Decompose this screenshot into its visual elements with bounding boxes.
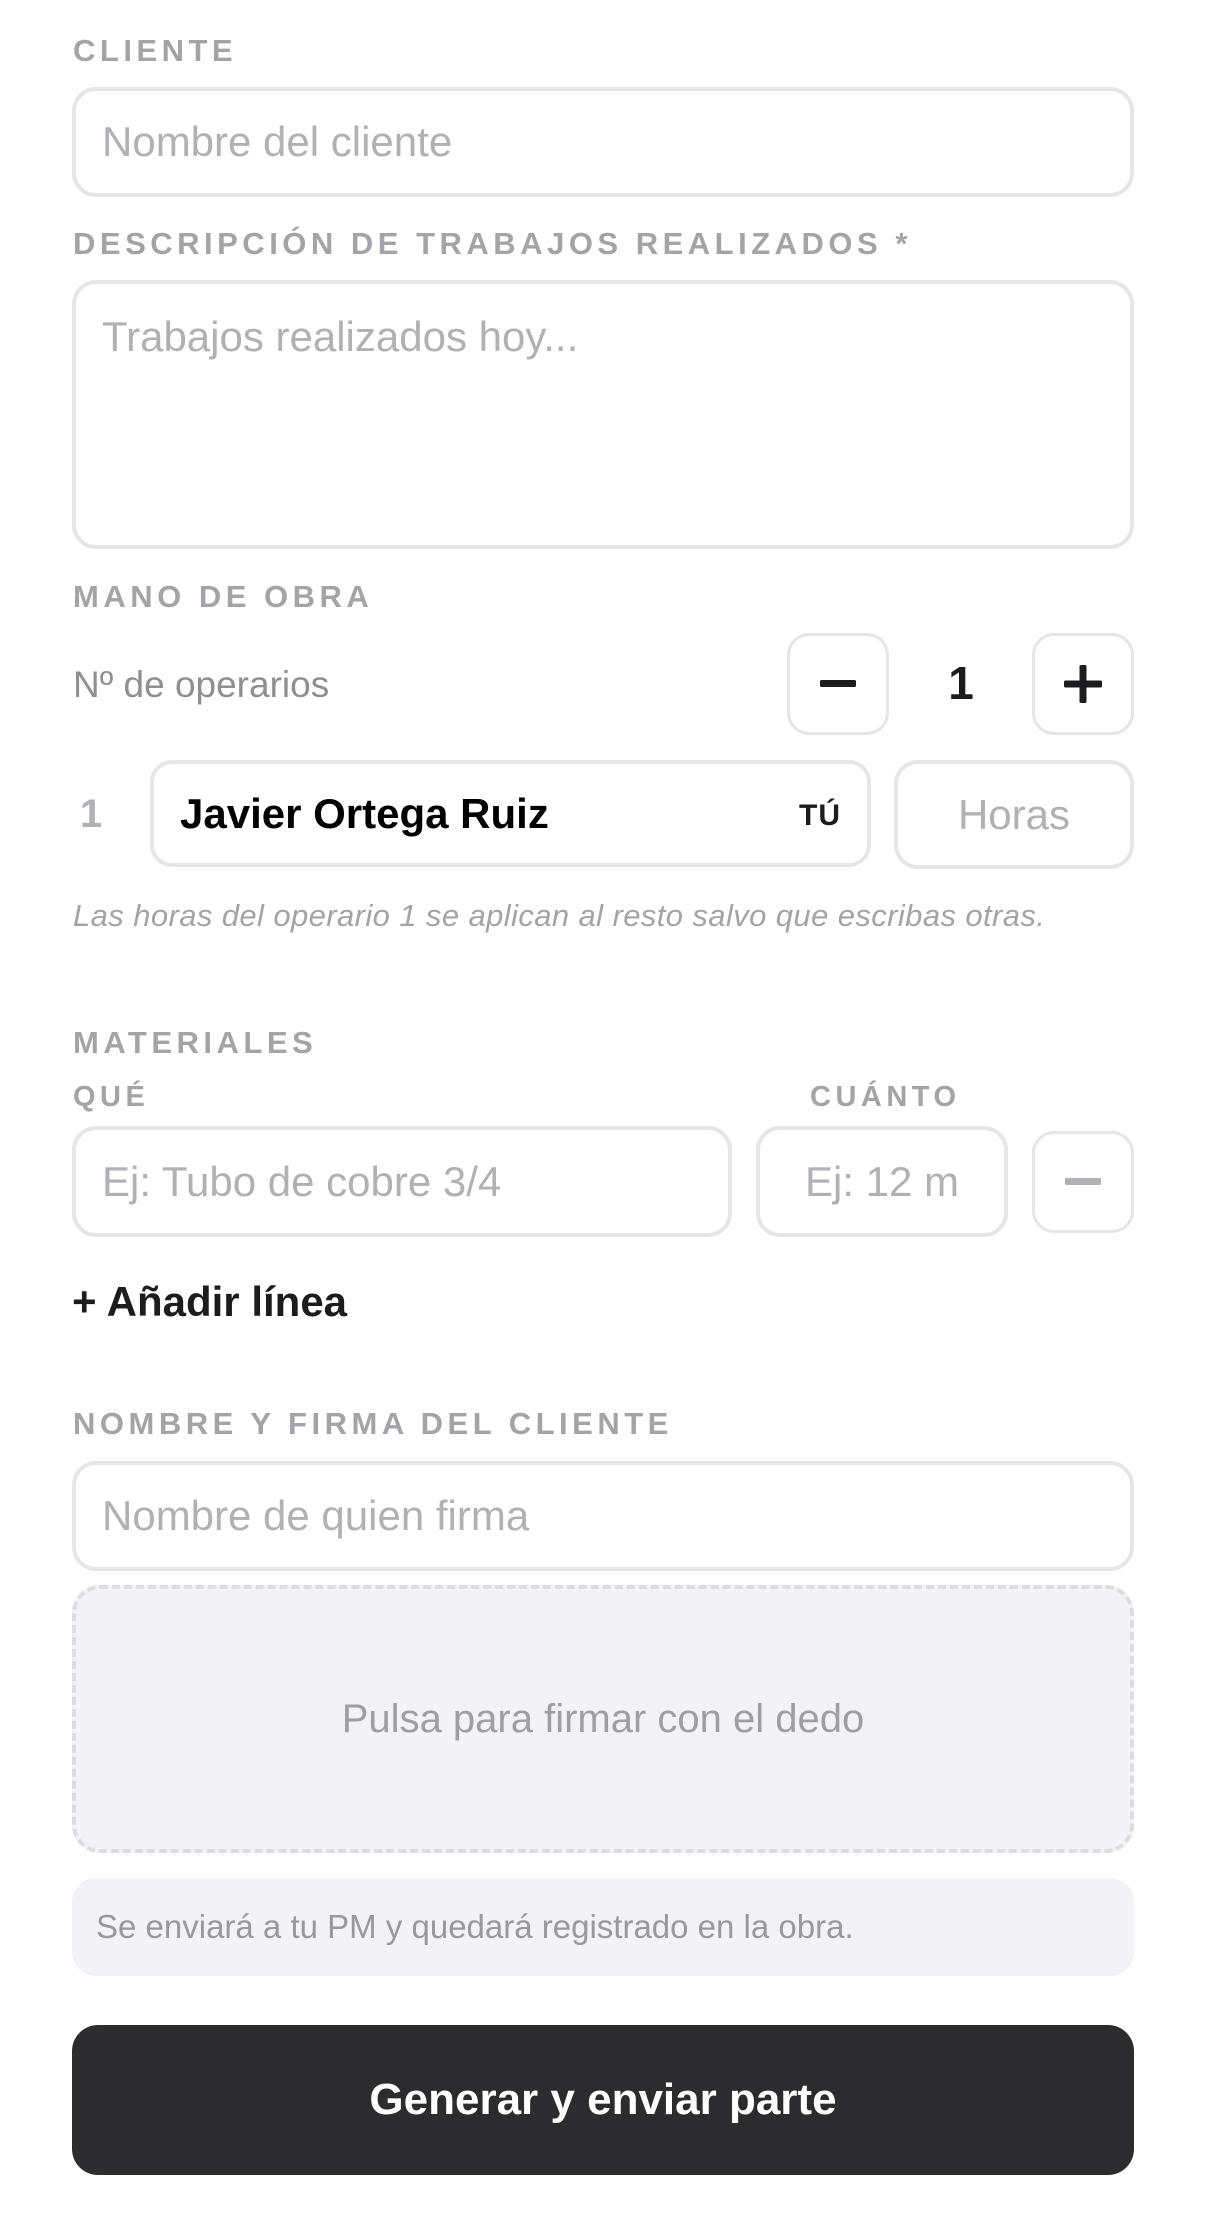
work-description-textarea[interactable]: [72, 280, 1134, 549]
section-label-descripcion: DESCRIPCIÓN DE TRABAJOS REALIZADOS *: [73, 226, 912, 261]
section-label-cliente: CLIENTE: [73, 33, 238, 68]
remove-material-line-button[interactable]: [1032, 1131, 1134, 1233]
submit-notice-text: Se enviará a tu PM y quedará registrado …: [96, 1908, 854, 1945]
section-label-materiales: MATERIALES: [73, 1025, 318, 1060]
add-material-line-button[interactable]: + Añadir línea: [72, 1278, 347, 1326]
operarios-count-value: 1: [948, 657, 974, 709]
section-label-mano-de-obra: MANO DE OBRA: [73, 579, 374, 614]
section-label-firma: NOMBRE Y FIRMA DEL CLIENTE: [73, 1406, 673, 1441]
client-name-input[interactable]: [72, 87, 1134, 197]
material-quantity-input[interactable]: [756, 1126, 1008, 1237]
decrement-operarios-button[interactable]: [787, 633, 889, 735]
work-report-form: CLIENTE DESCRIPCIÓN DE TRABAJOS REALIZAD…: [0, 0, 1206, 2213]
minus-icon: [1065, 1178, 1101, 1185]
generate-send-report-button[interactable]: Generar y enviar parte: [72, 2025, 1134, 2175]
signer-name-input[interactable]: [72, 1461, 1134, 1571]
material-name-input[interactable]: [72, 1126, 732, 1237]
hours-hint: Las horas del operario 1 se aplican al r…: [73, 898, 1046, 933]
signature-pad[interactable]: Pulsa para firmar con el dedo: [72, 1585, 1134, 1853]
plus-icon: [1064, 665, 1102, 703]
operario-hours-input[interactable]: [894, 760, 1134, 869]
submit-notice: Se enviará a tu PM y quedará registrado …: [72, 1878, 1134, 1976]
signature-pad-prompt: Pulsa para firmar con el dedo: [341, 1696, 865, 1741]
operario-index: 1: [80, 792, 103, 836]
operario-name-field[interactable]: Javier Ortega Ruiz TÚ: [150, 760, 871, 867]
minus-icon: [820, 680, 856, 687]
operarios-count-label: Nº de operarios: [73, 664, 330, 705]
materials-cuanto-label: CUÁNTO: [810, 1081, 961, 1113]
self-badge: TÚ: [799, 799, 841, 832]
operario-name: Javier Ortega Ruiz: [180, 790, 549, 837]
materials-que-label: QUÉ: [73, 1081, 150, 1113]
increment-operarios-button[interactable]: [1032, 633, 1134, 735]
